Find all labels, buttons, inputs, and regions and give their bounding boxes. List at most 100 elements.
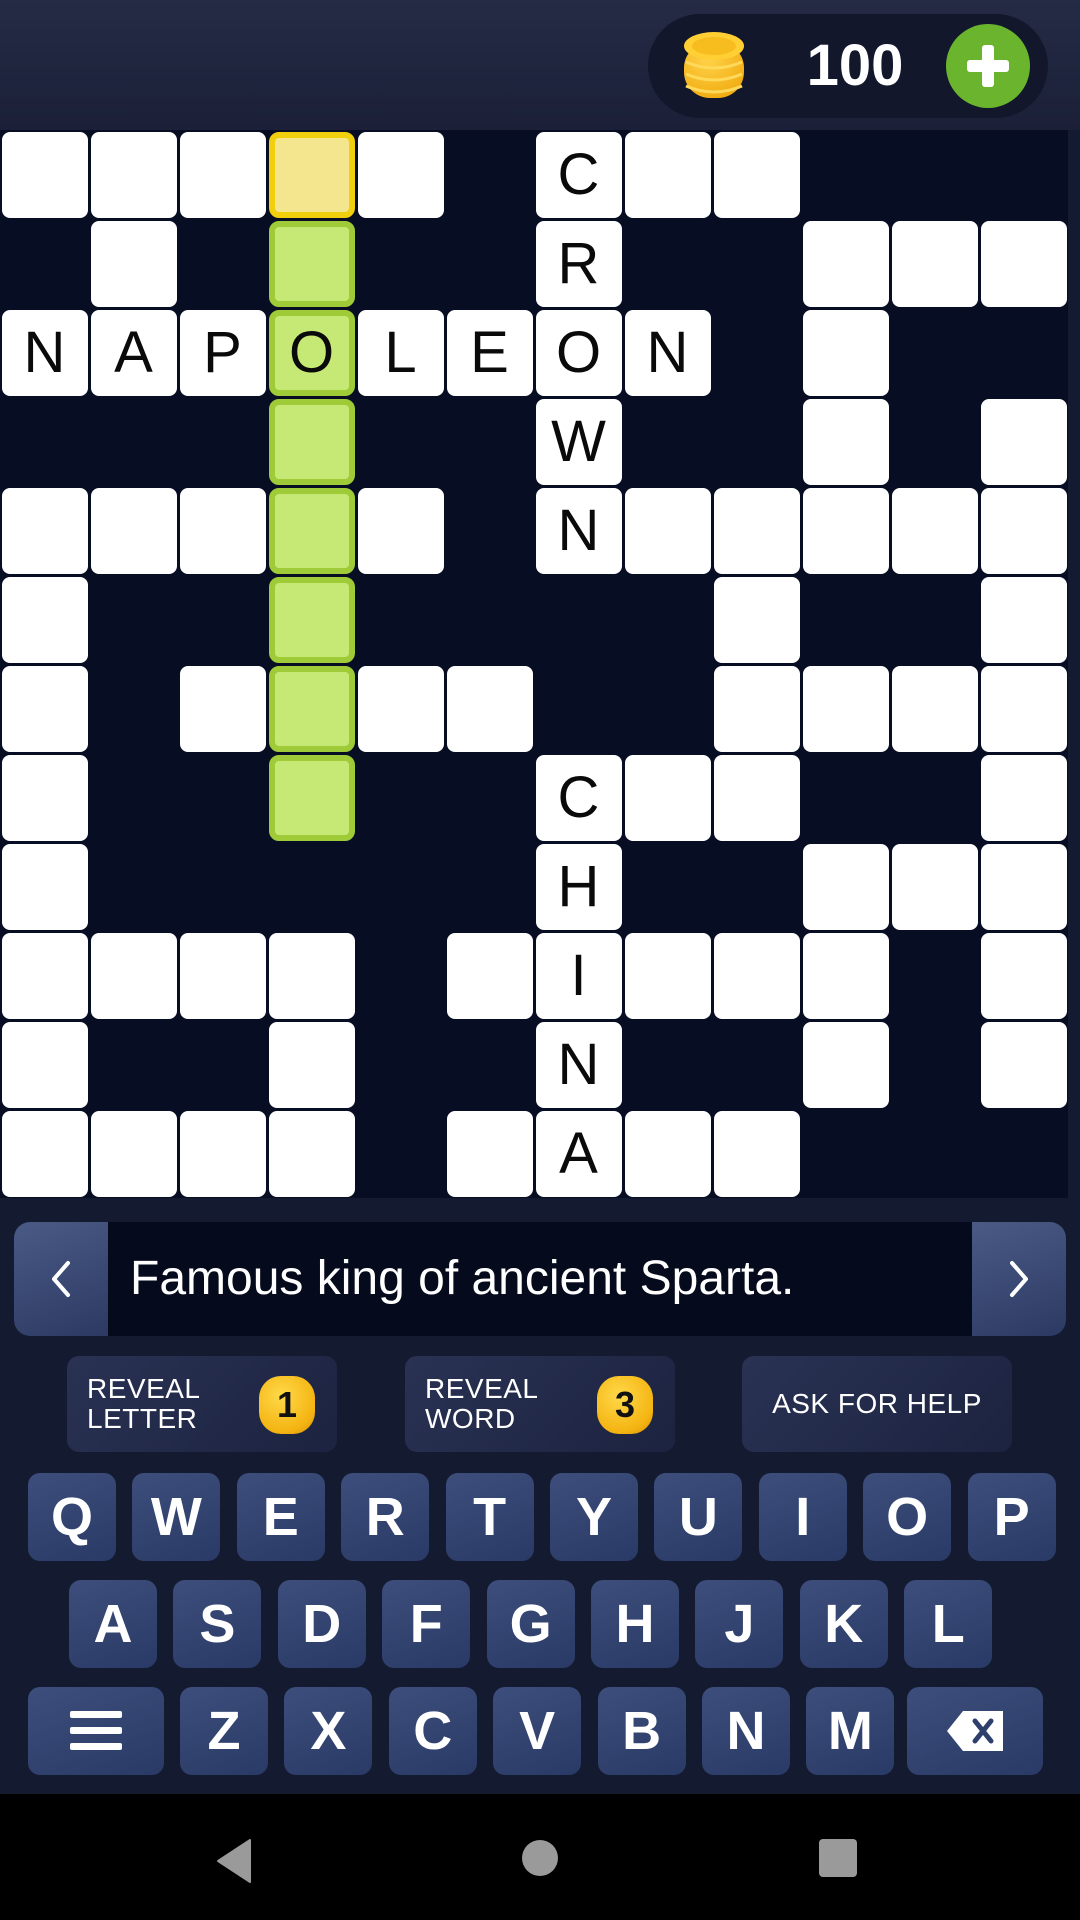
grid-cell[interactable]: O [535,309,622,396]
key-x[interactable]: X [284,1687,373,1775]
grid-cell[interactable] [1,665,88,752]
grid-cell[interactable] [446,932,533,1019]
key-i[interactable]: I [758,1473,847,1561]
key-o[interactable]: O [863,1473,952,1561]
grid-cell[interactable] [980,487,1067,574]
grid-cell[interactable] [1,1110,88,1197]
grid-cell[interactable] [357,131,444,218]
key-z[interactable]: Z [180,1687,268,1775]
grid-cell[interactable] [980,843,1067,930]
grid-cell[interactable] [802,309,889,396]
grid-cell[interactable] [802,665,889,752]
grid-cell[interactable] [90,487,177,574]
grid-cell[interactable] [179,665,266,752]
grid-cell[interactable] [802,843,889,930]
grid-cell[interactable] [268,1110,355,1197]
grid-cell[interactable] [90,1110,177,1197]
key-e[interactable]: E [236,1473,325,1561]
grid-cell[interactable]: A [90,309,177,396]
grid-cell[interactable] [980,665,1067,752]
grid-cell[interactable] [268,398,355,485]
grid-cell[interactable] [980,398,1067,485]
grid-cell[interactable] [713,665,800,752]
grid-cell[interactable]: H [535,843,622,930]
grid-cell[interactable] [268,754,355,841]
grid-cell[interactable] [891,487,978,574]
grid-cell[interactable] [268,665,355,752]
grid-cell[interactable] [624,1110,711,1197]
key-v[interactable]: V [493,1687,582,1775]
menu-button[interactable] [28,1687,164,1775]
grid-cell[interactable] [357,487,444,574]
add-coins-button[interactable] [946,24,1030,108]
grid-cell[interactable] [179,487,266,574]
grid-cell[interactable] [268,1021,355,1108]
key-b[interactable]: B [597,1687,686,1775]
key-c[interactable]: C [388,1687,477,1775]
key-w[interactable]: W [132,1473,221,1561]
grid-cell[interactable] [1,131,88,218]
grid-cell[interactable] [357,665,444,752]
grid-cell[interactable] [179,1110,266,1197]
key-p[interactable]: P [967,1473,1056,1561]
key-n[interactable]: N [702,1687,790,1775]
key-m[interactable]: M [806,1687,895,1775]
next-clue-button[interactable] [972,1222,1066,1336]
grid-cell[interactable]: P [179,309,266,396]
grid-cell[interactable] [179,932,266,1019]
previous-clue-button[interactable] [14,1222,108,1336]
key-g[interactable]: G [486,1580,575,1668]
grid-cell[interactable]: R [535,220,622,307]
key-f[interactable]: F [382,1580,471,1668]
grid-cell[interactable] [1,843,88,930]
grid-cell[interactable] [446,1110,533,1197]
grid-cell[interactable] [268,131,355,218]
grid-cell[interactable]: N [535,487,622,574]
grid-cell[interactable] [802,487,889,574]
grid-cell[interactable] [713,1110,800,1197]
reveal-word-button[interactable]: REVEAL WORD 3 [405,1356,675,1452]
grid-cell[interactable]: N [1,309,88,396]
key-y[interactable]: Y [550,1473,638,1561]
grid-cell[interactable] [713,576,800,663]
grid-cell[interactable]: L [357,309,444,396]
key-r[interactable]: R [341,1473,430,1561]
grid-cell[interactable]: C [535,131,622,218]
grid-cell[interactable] [446,665,533,752]
grid-cell[interactable] [713,754,800,841]
key-a[interactable]: A [69,1580,157,1668]
grid-cell[interactable] [980,576,1067,663]
grid-cell[interactable] [624,131,711,218]
key-d[interactable]: D [277,1580,366,1668]
backspace-button[interactable] [907,1687,1043,1775]
grid-cell[interactable] [624,932,711,1019]
grid-cell[interactable] [713,131,800,218]
grid-cell[interactable]: O [268,309,355,396]
grid-cell[interactable] [90,220,177,307]
key-l[interactable]: L [904,1580,993,1668]
grid-cell[interactable] [624,754,711,841]
grid-cell[interactable] [891,665,978,752]
grid-cell[interactable] [179,131,266,218]
grid-cell[interactable] [268,220,355,307]
grid-cell[interactable]: C [535,754,622,841]
grid-cell[interactable]: E [446,309,533,396]
grid-cell[interactable] [268,487,355,574]
key-k[interactable]: K [799,1580,888,1668]
grid-cell[interactable] [980,932,1067,1019]
grid-cell[interactable] [802,932,889,1019]
key-u[interactable]: U [654,1473,743,1561]
grid-cell[interactable] [891,843,978,930]
grid-cell[interactable]: N [624,309,711,396]
grid-cell[interactable] [1,1021,88,1108]
grid-cell[interactable] [980,754,1067,841]
grid-cell[interactable] [90,131,177,218]
grid-cell[interactable]: W [535,398,622,485]
key-j[interactable]: J [695,1580,784,1668]
back-button[interactable] [214,1838,254,1889]
grid-cell[interactable] [1,576,88,663]
ask-for-help-button[interactable]: ASK FOR HELP [742,1356,1012,1452]
reveal-letter-button[interactable]: REVEAL LETTER 1 [67,1356,337,1452]
grid-cell[interactable] [624,487,711,574]
grid-cell[interactable] [90,932,177,1019]
